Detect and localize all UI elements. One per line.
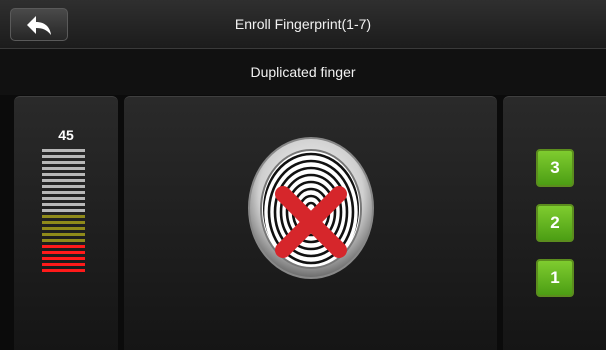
quality-panel: 45: [14, 96, 118, 350]
fingerprint-panel: [124, 96, 497, 350]
quality-bar: [42, 233, 85, 236]
quality-bar: [42, 179, 85, 182]
quality-bar: [42, 221, 85, 224]
quality-bar: [42, 257, 85, 260]
quality-bar: [42, 191, 85, 194]
header-bar: Enroll Fingerprint(1-7): [0, 0, 606, 49]
quality-value: 45: [58, 127, 74, 143]
quality-bar: [42, 227, 85, 230]
step-2: 2: [536, 204, 574, 242]
steps-indicator: 3 2 1: [536, 149, 576, 314]
quality-meter: [42, 149, 85, 275]
quality-bar: [42, 269, 85, 272]
status-message: Duplicated finger: [0, 49, 606, 95]
quality-bar: [42, 167, 85, 170]
quality-bar: [42, 251, 85, 254]
quality-bar: [42, 203, 85, 206]
quality-bar: [42, 197, 85, 200]
fingerprint-icon: [245, 134, 378, 279]
quality-bar: [42, 149, 85, 152]
step-3: 3: [536, 149, 574, 187]
quality-bar: [42, 215, 85, 218]
quality-bar: [42, 245, 85, 248]
page-title: Enroll Fingerprint(1-7): [234, 16, 372, 32]
quality-bar: [42, 161, 85, 164]
step-1: 1: [536, 259, 574, 297]
quality-bar: [42, 209, 85, 212]
quality-bar: [42, 263, 85, 266]
quality-bar: [42, 173, 85, 176]
quality-bar: [42, 239, 85, 242]
steps-panel: 3 2 1: [503, 96, 606, 350]
quality-bar: [42, 185, 85, 188]
quality-bar: [42, 155, 85, 158]
